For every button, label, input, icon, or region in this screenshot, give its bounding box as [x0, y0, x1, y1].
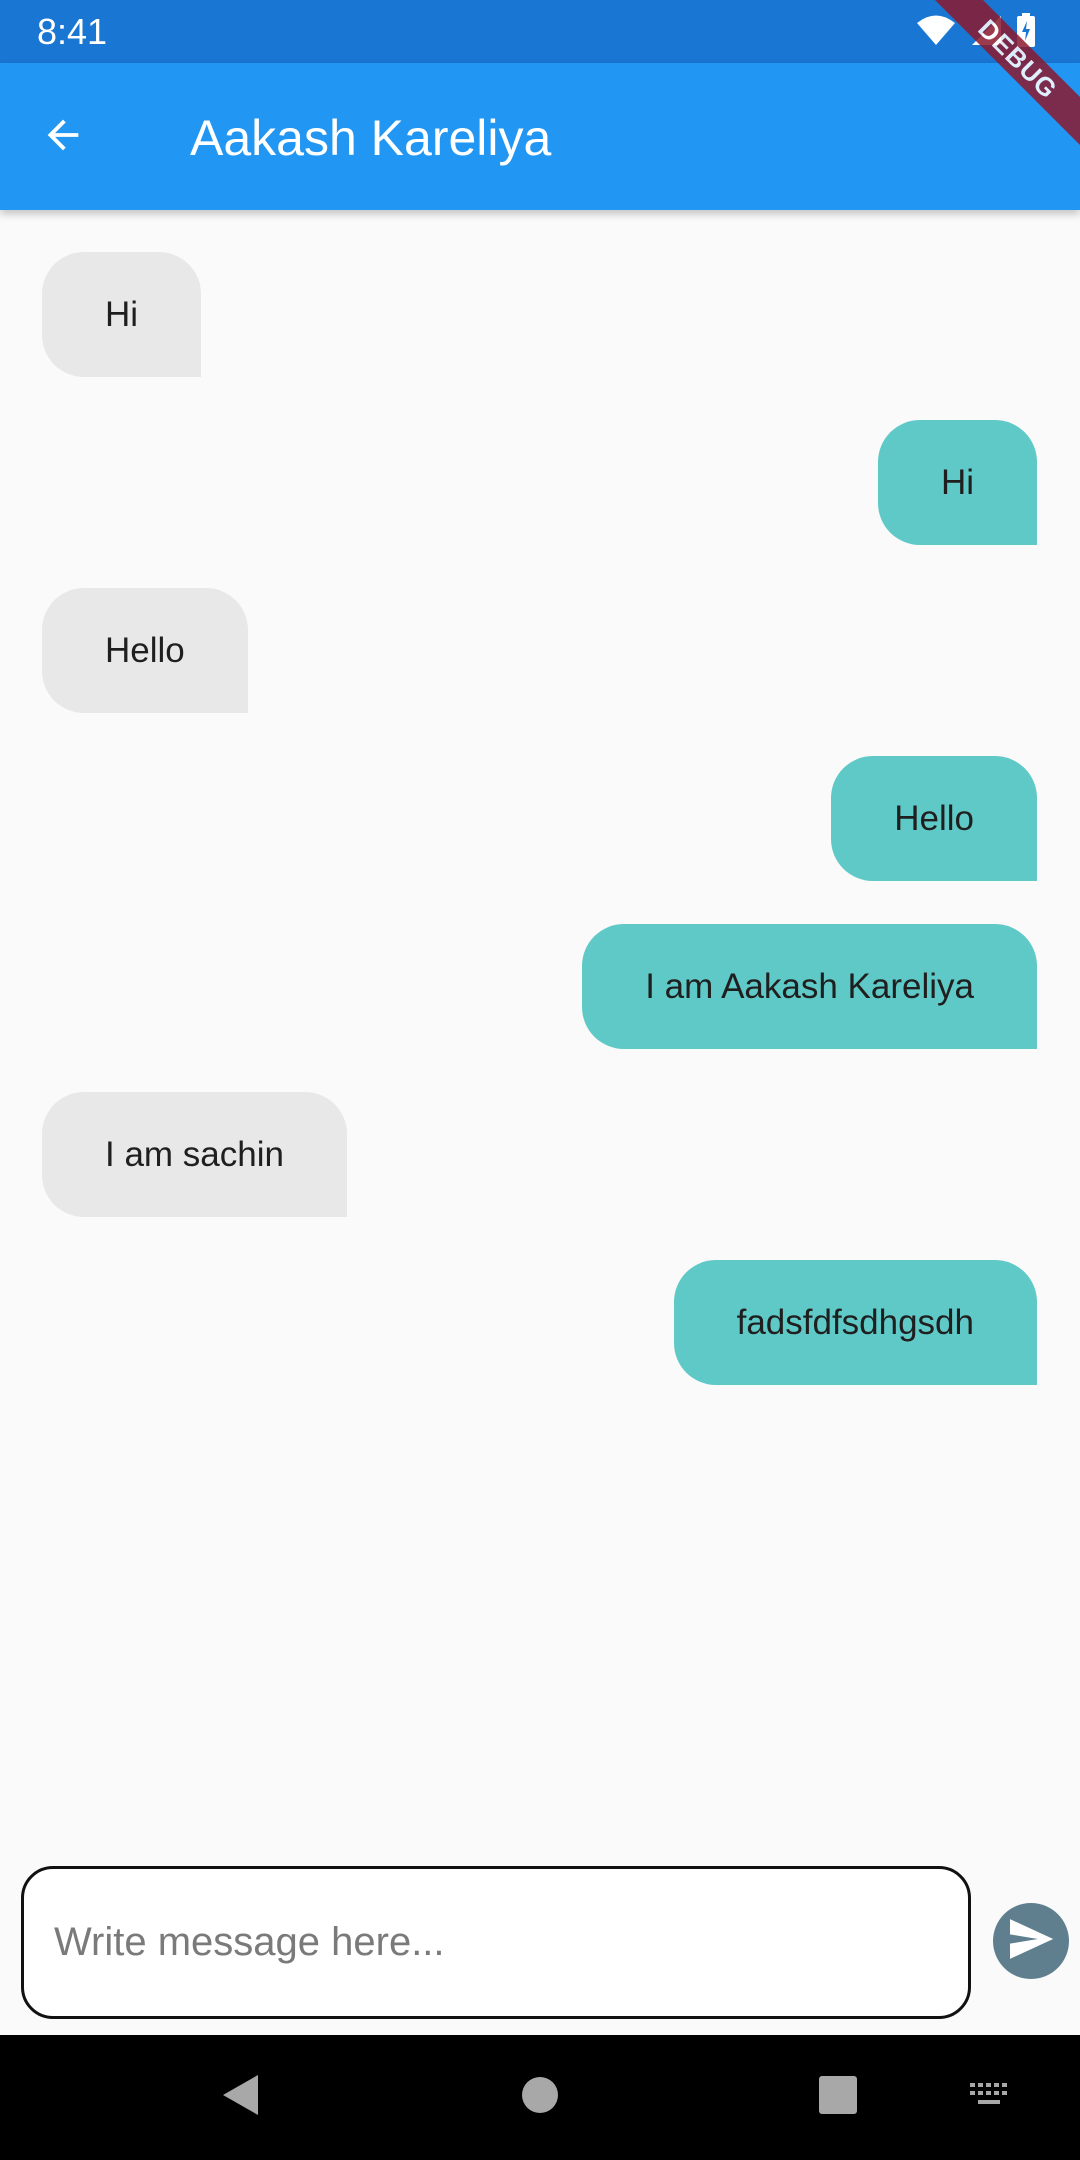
cell-signal-icon [970, 14, 1002, 51]
message-bubble-sent: fadsfdfsdhgsdh [673, 1260, 1037, 1385]
app-bar: Aakash Kareliya [0, 63, 1080, 210]
back-triangle-icon [220, 2073, 260, 2122]
message-bubble-sent: I am Aakash Kareliya [582, 924, 1037, 1049]
nav-home-button[interactable] [500, 2035, 580, 2160]
message-bubble-sent: Hello [831, 756, 1037, 881]
system-nav-bar [0, 2035, 1080, 2160]
nav-recents-button[interactable] [798, 2035, 878, 2160]
chat-screen: 8:41 Aakash Kareliya DEBUG Hi Hi Hello H… [0, 0, 1080, 2160]
status-time: 8:41 [37, 11, 108, 52]
message-input[interactable] [21, 1866, 971, 2019]
send-icon [1003, 1911, 1059, 1972]
back-button[interactable] [30, 104, 96, 170]
message-composer [0, 1850, 1080, 2035]
message-bubble-received: Hello [42, 588, 248, 713]
status-bar: 8:41 [0, 0, 1080, 63]
arrow-back-icon [40, 112, 86, 163]
message-bubble-sent: Hi [877, 420, 1037, 545]
status-icons [916, 12, 1036, 52]
nav-back-button[interactable] [200, 2035, 280, 2160]
app-title: Aakash Kareliya [190, 110, 552, 166]
message-list[interactable]: Hi Hi Hello Hello I am Aakash Kareliya I… [0, 210, 1080, 1850]
message-bubble-received: I am sachin [42, 1092, 347, 1217]
wifi-icon [916, 14, 956, 51]
recents-square-icon [818, 2075, 858, 2120]
nav-keyboard-button[interactable] [960, 2035, 1020, 2160]
battery-charging-icon [1016, 12, 1036, 52]
send-button[interactable] [993, 1903, 1069, 1979]
keyboard-icon [969, 2082, 1011, 2113]
message-bubble-received: Hi [42, 252, 202, 377]
home-circle-icon [520, 2075, 560, 2120]
